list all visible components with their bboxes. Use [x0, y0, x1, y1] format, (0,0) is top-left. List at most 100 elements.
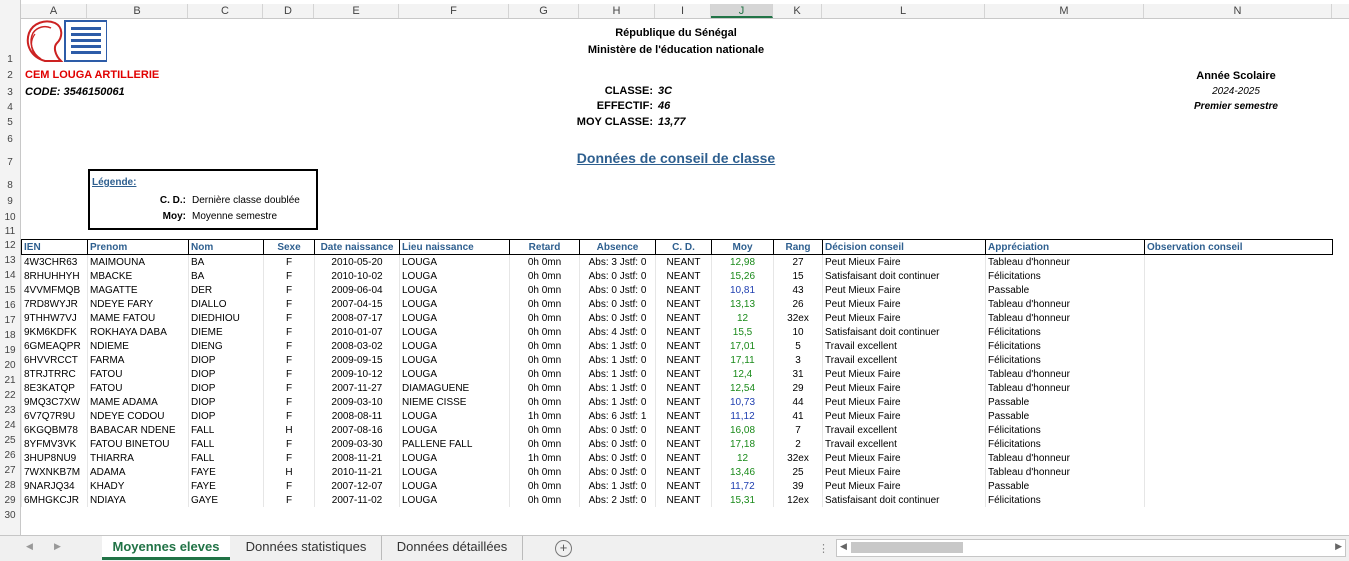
cell-ien[interactable]: 8TRJTRRC — [21, 367, 88, 381]
cell-lieu-naissance[interactable]: LOUGA — [399, 493, 510, 507]
column-header[interactable]: D — [263, 4, 314, 18]
cell-appreciation[interactable]: Passable — [985, 283, 1145, 297]
row-header[interactable]: 30 — [0, 510, 20, 521]
cell-prenom[interactable]: ROKHAYA DABA — [87, 325, 189, 339]
cell-observation-conseil[interactable] — [1144, 381, 1333, 395]
cell-date-naissance[interactable]: 2007-08-16 — [314, 423, 400, 437]
cell-moy[interactable]: 15,26 — [711, 269, 774, 283]
cell-ien[interactable]: 7WXNKB7M — [21, 465, 88, 479]
cell-cd[interactable]: NEANT — [655, 367, 712, 381]
cell-absence[interactable]: Abs: 6 Jstf: 1 — [579, 409, 656, 423]
cell-lieu-naissance[interactable]: NIEME CISSE — [399, 395, 510, 409]
cell-cd[interactable]: NEANT — [655, 297, 712, 311]
cell-decision-conseil[interactable]: Peut Mieux Faire — [822, 451, 986, 465]
cell-appreciation[interactable]: Félicitations — [985, 269, 1145, 283]
cell-prenom[interactable]: MAME FATOU — [87, 311, 189, 325]
header-decision-conseil[interactable]: Décision conseil — [822, 239, 986, 255]
cell-ien[interactable]: 4VVMFMQB — [21, 283, 88, 297]
row-header[interactable]: 3 — [0, 87, 20, 98]
cell-retard[interactable]: 0h 0mn — [509, 479, 580, 493]
cell-lieu-naissance[interactable]: LOUGA — [399, 339, 510, 353]
cell-cd[interactable]: NEANT — [655, 283, 712, 297]
cell-cd[interactable]: NEANT — [655, 479, 712, 493]
cell-prenom[interactable]: FARMA — [87, 353, 189, 367]
cell-retard[interactable]: 0h 0mn — [509, 311, 580, 325]
cell-absence[interactable]: Abs: 0 Jstf: 0 — [579, 423, 656, 437]
cell-decision-conseil[interactable]: Satisfaisant doit continuer — [822, 325, 986, 339]
row-header[interactable]: 11 — [0, 226, 20, 237]
cell-nom[interactable]: DER — [188, 283, 264, 297]
cell-date-naissance[interactable]: 2009-06-04 — [314, 283, 400, 297]
cell-moy[interactable]: 15,31 — [711, 493, 774, 507]
cell-rang[interactable]: 27 — [773, 254, 823, 269]
cell-rang[interactable]: 32ex — [773, 451, 823, 465]
row-header[interactable]: 25 — [0, 435, 20, 446]
scroll-tabs-left-icon[interactable]: ◀ — [26, 541, 33, 552]
column-header[interactable]: N — [1144, 4, 1332, 18]
column-header-selected[interactable]: J — [711, 4, 773, 18]
column-header[interactable]: H — [579, 4, 655, 18]
cell-absence[interactable]: Abs: 0 Jstf: 0 — [579, 283, 656, 297]
cell-absence[interactable]: Abs: 0 Jstf: 0 — [579, 269, 656, 283]
cell-lieu-naissance[interactable]: LOUGA — [399, 423, 510, 437]
cell-sexe[interactable]: F — [263, 353, 315, 367]
cell-nom[interactable]: DIOP — [188, 367, 264, 381]
cell-absence[interactable]: Abs: 1 Jstf: 0 — [579, 353, 656, 367]
cell-moy[interactable]: 17,18 — [711, 437, 774, 451]
cell-retard[interactable]: 0h 0mn — [509, 493, 580, 507]
row-header[interactable]: 12 — [0, 240, 20, 251]
cell-observation-conseil[interactable] — [1144, 479, 1333, 493]
column-header[interactable]: K — [773, 4, 822, 18]
row-header[interactable]: 9 — [0, 196, 20, 207]
cell-lieu-naissance[interactable]: LOUGA — [399, 325, 510, 339]
cell-absence[interactable]: Abs: 1 Jstf: 0 — [579, 479, 656, 493]
cell-ien[interactable]: 6MHGKCJR — [21, 493, 88, 507]
cell-observation-conseil[interactable] — [1144, 339, 1333, 353]
cell-observation-conseil[interactable] — [1144, 353, 1333, 367]
cell-cd[interactable]: NEANT — [655, 254, 712, 269]
header-date-naissance[interactable]: Date naissance — [314, 239, 400, 255]
row-header[interactable]: 15 — [0, 285, 20, 296]
sheet-area[interactable]: République du Sénégal Ministère de l'édu… — [21, 19, 1349, 535]
cell-prenom[interactable]: NDIEME — [87, 339, 189, 353]
cell-appreciation[interactable]: Félicitations — [985, 423, 1145, 437]
cell-observation-conseil[interactable] — [1144, 367, 1333, 381]
sheet-tab-moyennes-eleves[interactable]: Moyennes eleves — [102, 536, 230, 560]
cell-decision-conseil[interactable]: Peut Mieux Faire — [822, 254, 986, 269]
cell-observation-conseil[interactable] — [1144, 409, 1333, 423]
cell-cd[interactable]: NEANT — [655, 325, 712, 339]
scroll-right-arrow-icon[interactable]: ▶ — [1335, 541, 1342, 552]
cell-lieu-naissance[interactable]: LOUGA — [399, 367, 510, 381]
cell-moy[interactable]: 10,73 — [711, 395, 774, 409]
cell-sexe[interactable]: F — [263, 437, 315, 451]
header-absence[interactable]: Absence — [579, 239, 656, 255]
cell-lieu-naissance[interactable]: LOUGA — [399, 297, 510, 311]
cell-prenom[interactable]: FATOU — [87, 381, 189, 395]
cell-rang[interactable]: 32ex — [773, 311, 823, 325]
cell-date-naissance[interactable]: 2009-09-15 — [314, 353, 400, 367]
sheet-tab-donnees-detaillees[interactable]: Données détaillées — [382, 536, 523, 560]
cell-sexe[interactable]: F — [263, 339, 315, 353]
cell-lieu-naissance[interactable]: PALLENE FALL — [399, 437, 510, 451]
cell-rang[interactable]: 39 — [773, 479, 823, 493]
cell-absence[interactable]: Abs: 1 Jstf: 0 — [579, 395, 656, 409]
cell-moy[interactable]: 13,46 — [711, 465, 774, 479]
row-header[interactable]: 26 — [0, 450, 20, 461]
cell-appreciation[interactable]: Tableau d'honneur — [985, 311, 1145, 325]
cell-absence[interactable]: Abs: 2 Jstf: 0 — [579, 493, 656, 507]
cell-decision-conseil[interactable]: Travail excellent — [822, 423, 986, 437]
row-header[interactable]: 20 — [0, 360, 20, 371]
cell-appreciation[interactable]: Tableau d'honneur — [985, 367, 1145, 381]
cell-ien[interactable]: 8E3KATQP — [21, 381, 88, 395]
row-header[interactable]: 21 — [0, 375, 20, 386]
row-header[interactable]: 13 — [0, 255, 20, 266]
splitter-handle-icon[interactable]: ⋮ — [818, 542, 829, 555]
cell-prenom[interactable]: NDEYE FARY — [87, 297, 189, 311]
cell-sexe[interactable]: F — [263, 297, 315, 311]
cell-absence[interactable]: Abs: 1 Jstf: 0 — [579, 339, 656, 353]
cell-appreciation[interactable]: Félicitations — [985, 493, 1145, 507]
cell-decision-conseil[interactable]: Peut Mieux Faire — [822, 297, 986, 311]
cell-prenom[interactable]: MAGATTE — [87, 283, 189, 297]
cell-moy[interactable]: 10,81 — [711, 283, 774, 297]
cell-observation-conseil[interactable] — [1144, 311, 1333, 325]
